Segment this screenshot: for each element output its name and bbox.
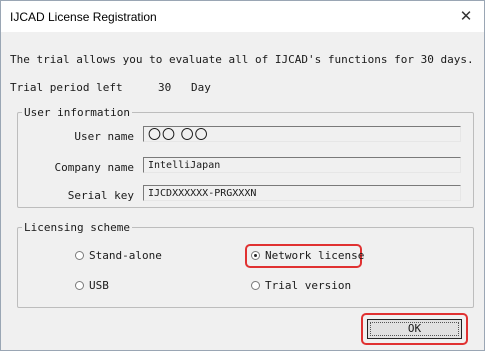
user-name-field[interactable]: 〇〇 〇〇 [143, 126, 461, 142]
radio-stand-alone[interactable]: Stand-alone [75, 249, 162, 262]
radio-network-license-label: Network license [265, 249, 365, 262]
company-name-field[interactable]: IntelliJapan [143, 157, 461, 173]
serial-key-field[interactable]: IJCDXXXXXX-PRGXXXN [143, 185, 461, 201]
user-name-label: User name [74, 130, 134, 143]
serial-key-label: Serial key [67, 189, 134, 202]
trial-period-label: Trial period left [10, 81, 123, 94]
radio-usb[interactable]: USB [75, 279, 109, 292]
close-icon[interactable]: ✕ [454, 5, 478, 27]
radio-stand-alone-label: Stand-alone [89, 249, 162, 262]
license-registration-dialog: IJCAD License Registration ✕ The trial a… [0, 0, 485, 351]
radio-selected-icon [251, 251, 260, 260]
radio-trial-version-label: Trial version [265, 279, 352, 292]
radio-circle-icon [75, 251, 84, 260]
radio-network-license[interactable]: Network license [251, 249, 364, 262]
ok-button[interactable]: OK [367, 319, 462, 339]
trial-period-unit: Day [191, 81, 211, 94]
title-bar: IJCAD License Registration ✕ [1, 1, 484, 32]
licensing-scheme-legend: Licensing scheme [24, 221, 130, 234]
intro-text: The trial allows you to evaluate all of … [10, 53, 474, 66]
radio-circle-icon [75, 281, 84, 290]
trial-period-value: 30 [158, 81, 172, 94]
user-information-legend: User information [24, 106, 130, 119]
window-title: IJCAD License Registration [10, 10, 157, 24]
radio-trial-version[interactable]: Trial version [251, 279, 351, 292]
radio-usb-label: USB [89, 279, 109, 292]
radio-circle-icon [251, 281, 260, 290]
company-name-label: Company name [54, 161, 134, 174]
